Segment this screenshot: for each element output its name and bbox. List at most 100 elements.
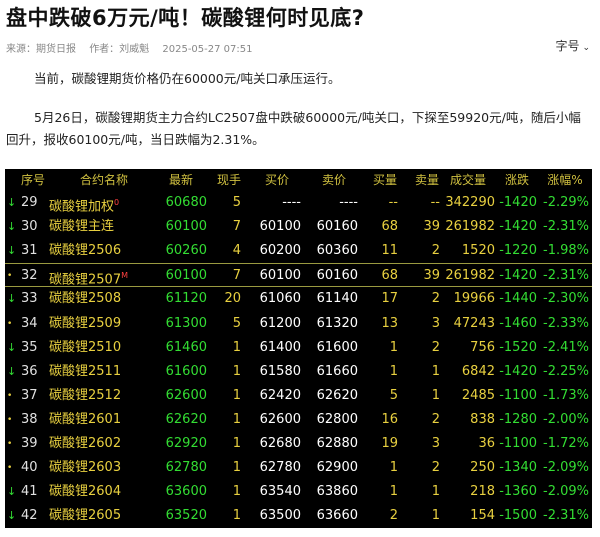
row-ask-price: 60160 bbox=[316, 268, 358, 284]
col-header-hand: 现手 bbox=[217, 173, 242, 187]
row-bid-price: 62420 bbox=[259, 387, 301, 403]
row-current-hand: 7 bbox=[232, 268, 241, 284]
down-arrow-icon: ↓ bbox=[7, 220, 17, 234]
row-bid-price: 60100 bbox=[259, 219, 301, 235]
row-ask-qty: 1 bbox=[431, 484, 440, 500]
row-last-price: 61600 bbox=[165, 363, 207, 379]
row-change: -1280 bbox=[499, 411, 537, 427]
row-contract-label: 碳酸锂2508 bbox=[49, 291, 122, 307]
row-change-pct: -2.09% bbox=[543, 484, 589, 500]
table-row[interactable]: ↓ 33 碳酸锂2508 61120 20 61060 61140 17 2 19966 -1440… bbox=[5, 287, 592, 311]
row-volume: 756 bbox=[470, 339, 495, 355]
row-current-hand: 4 bbox=[232, 243, 241, 259]
row-current-hand: 1 bbox=[232, 508, 241, 524]
row-current-hand: 1 bbox=[232, 460, 241, 476]
row-last-price: 63520 bbox=[165, 508, 207, 524]
table-row[interactable]: • 32 碳酸锂2507M 60100 7 60100 60160 68 39 261982 -14… bbox=[5, 263, 592, 288]
font-size-button[interactable]: 字号 ⌄ bbox=[555, 37, 590, 54]
table-row[interactable]: • 39 碳酸锂2602 62920 1 62680 62880 19 3 36 -1100 -1.7… bbox=[5, 432, 592, 456]
row-last-price: 60260 bbox=[165, 243, 207, 259]
table-row[interactable]: • 38 碳酸锂2601 62620 1 62600 62800 16 2 838 -1280 -2.… bbox=[5, 408, 592, 432]
table-row[interactable]: • 37 碳酸锂2512 62600 1 62420 62620 5 1 2485 -1100 -1.… bbox=[5, 384, 592, 408]
row-current-hand: 5 bbox=[232, 315, 241, 331]
row-volume: 342290 bbox=[445, 195, 495, 210]
row-change: -1360 bbox=[499, 484, 537, 500]
row-ask-qty: 1 bbox=[431, 387, 440, 403]
row-contract-label: 碳酸锂2512 bbox=[49, 387, 122, 403]
row-bid-qty: 1 bbox=[389, 363, 398, 379]
row-current-hand: 1 bbox=[232, 411, 241, 427]
row-volume: 154 bbox=[470, 508, 495, 524]
row-contract-name: 碳酸锂2508 bbox=[49, 287, 159, 311]
row-bid-price: 61060 bbox=[259, 291, 301, 307]
row-volume: 218 bbox=[470, 484, 495, 500]
table-row[interactable]: • 40 碳酸锂2603 62780 1 62780 62900 1 2 250 -1340 -2.0… bbox=[5, 456, 592, 480]
row-bid-qty: 1 bbox=[389, 484, 398, 500]
dot-icon: • bbox=[7, 414, 13, 425]
row-last-price: 62780 bbox=[165, 460, 207, 476]
row-ask-qty: 3 bbox=[431, 315, 440, 331]
row-change-pct: -2.00% bbox=[543, 411, 589, 427]
row-seq: 41 bbox=[21, 484, 38, 500]
row-bid-price: 61400 bbox=[259, 339, 301, 355]
row-change: -1520 bbox=[499, 339, 537, 355]
row-change-pct: -2.31% bbox=[543, 508, 589, 524]
row-ask-price: 60360 bbox=[316, 243, 358, 259]
row-volume: 19966 bbox=[453, 291, 495, 307]
row-bid-qty: -- bbox=[388, 195, 398, 210]
row-change: -1420 bbox=[499, 363, 537, 379]
row-ask-qty: 1 bbox=[431, 508, 440, 524]
row-volume: 47243 bbox=[453, 315, 495, 331]
row-current-hand: 1 bbox=[232, 387, 241, 403]
row-volume: 2485 bbox=[461, 387, 495, 403]
dot-icon: • bbox=[7, 463, 13, 474]
row-ask-qty: 39 bbox=[423, 268, 440, 284]
table-row[interactable]: ↓ 41 碳酸锂2604 63600 1 63540 63860 1 1 218 -1360 -2.0… bbox=[5, 480, 592, 504]
row-volume: 250 bbox=[470, 460, 495, 476]
table-row[interactable]: ↓ 29 碳酸锂加权0 60680 5 ---- ---- -- -- 342290 -1420 -2… bbox=[5, 191, 592, 215]
row-last-price: 61300 bbox=[165, 315, 207, 331]
row-seq: 34 bbox=[21, 315, 38, 331]
row-bid-price: 63500 bbox=[259, 508, 301, 524]
row-seq: 38 bbox=[21, 411, 38, 427]
col-header-pct: 涨幅% bbox=[547, 173, 583, 187]
row-bid-qty: 11 bbox=[381, 243, 398, 259]
row-change: -1220 bbox=[499, 243, 537, 259]
row-ask-price: 61600 bbox=[316, 339, 358, 355]
row-bid-qty: 1 bbox=[389, 339, 398, 355]
table-row[interactable]: ↓ 36 碳酸锂2511 61600 1 61580 61660 1 1 6842 -1420 -2.… bbox=[5, 360, 592, 384]
down-arrow-icon: ↓ bbox=[7, 244, 17, 258]
article-paragraph: 5月26日，碳酸锂期货主力合约LC2507盘中跌破60000元/吨关口，下探至5… bbox=[6, 110, 581, 147]
table-row[interactable]: ↓ 31 碳酸锂2506 60260 4 60200 60360 11 2 1520 -1220 -1… bbox=[5, 239, 592, 263]
dot-icon: • bbox=[7, 271, 13, 282]
row-contract-name: 碳酸锂2603 bbox=[49, 456, 159, 480]
row-contract-label: 碳酸锂2604 bbox=[49, 484, 122, 500]
dot-icon: • bbox=[7, 390, 13, 401]
row-ask-qty: 2 bbox=[431, 339, 440, 355]
row-change: -1460 bbox=[499, 315, 537, 331]
row-change-pct: -2.31% bbox=[543, 219, 589, 235]
row-change-pct: -2.25% bbox=[543, 363, 589, 379]
futures-quote-image: 序号 合约名称 最新 现手 买价 卖价 买量 卖量 成交量 涨跌 涨幅% ↓ 29… bbox=[5, 169, 592, 528]
row-ask-price: ---- bbox=[339, 195, 358, 210]
row-ask-price: 63660 bbox=[316, 508, 358, 524]
row-last-price: 62600 bbox=[165, 387, 207, 403]
row-seq: 39 bbox=[21, 436, 38, 451]
row-last-price: 61460 bbox=[165, 339, 207, 355]
row-contract-name: 碳酸锂2506 bbox=[49, 239, 159, 263]
col-header-volume: 成交量 bbox=[449, 173, 486, 187]
row-ask-price: 62800 bbox=[316, 411, 358, 427]
table-row[interactable]: ↓ 42 碳酸锂2605 63520 1 63500 63660 2 1 154 -1500 -2.3… bbox=[5, 504, 592, 528]
table-row[interactable]: • 34 碳酸锂2509 61300 5 61200 61320 13 3 47243 -1460-… bbox=[5, 312, 592, 336]
article-meta: 来源：期货日报 作者：刘威魁 2025-05-27 07:51 bbox=[6, 40, 263, 55]
table-row[interactable]: ↓ 30 碳酸锂主连 60100 7 60100 60160 68 39 261982 -1420-… bbox=[5, 215, 592, 239]
col-header-bid-qty: 买量 bbox=[372, 173, 397, 187]
row-ask-qty: 1 bbox=[431, 363, 440, 379]
down-arrow-icon: ↓ bbox=[7, 485, 17, 499]
article-source: 来源：期货日报 bbox=[6, 44, 76, 55]
table-row[interactable]: ↓ 35 碳酸锂2510 61460 1 61400 61600 1 2 756 -1520 -2.4… bbox=[5, 336, 592, 360]
row-seq: 33 bbox=[21, 291, 38, 307]
row-change: -1420 bbox=[499, 268, 537, 284]
row-seq: 31 bbox=[21, 243, 38, 259]
row-current-hand: 5 bbox=[232, 195, 241, 210]
